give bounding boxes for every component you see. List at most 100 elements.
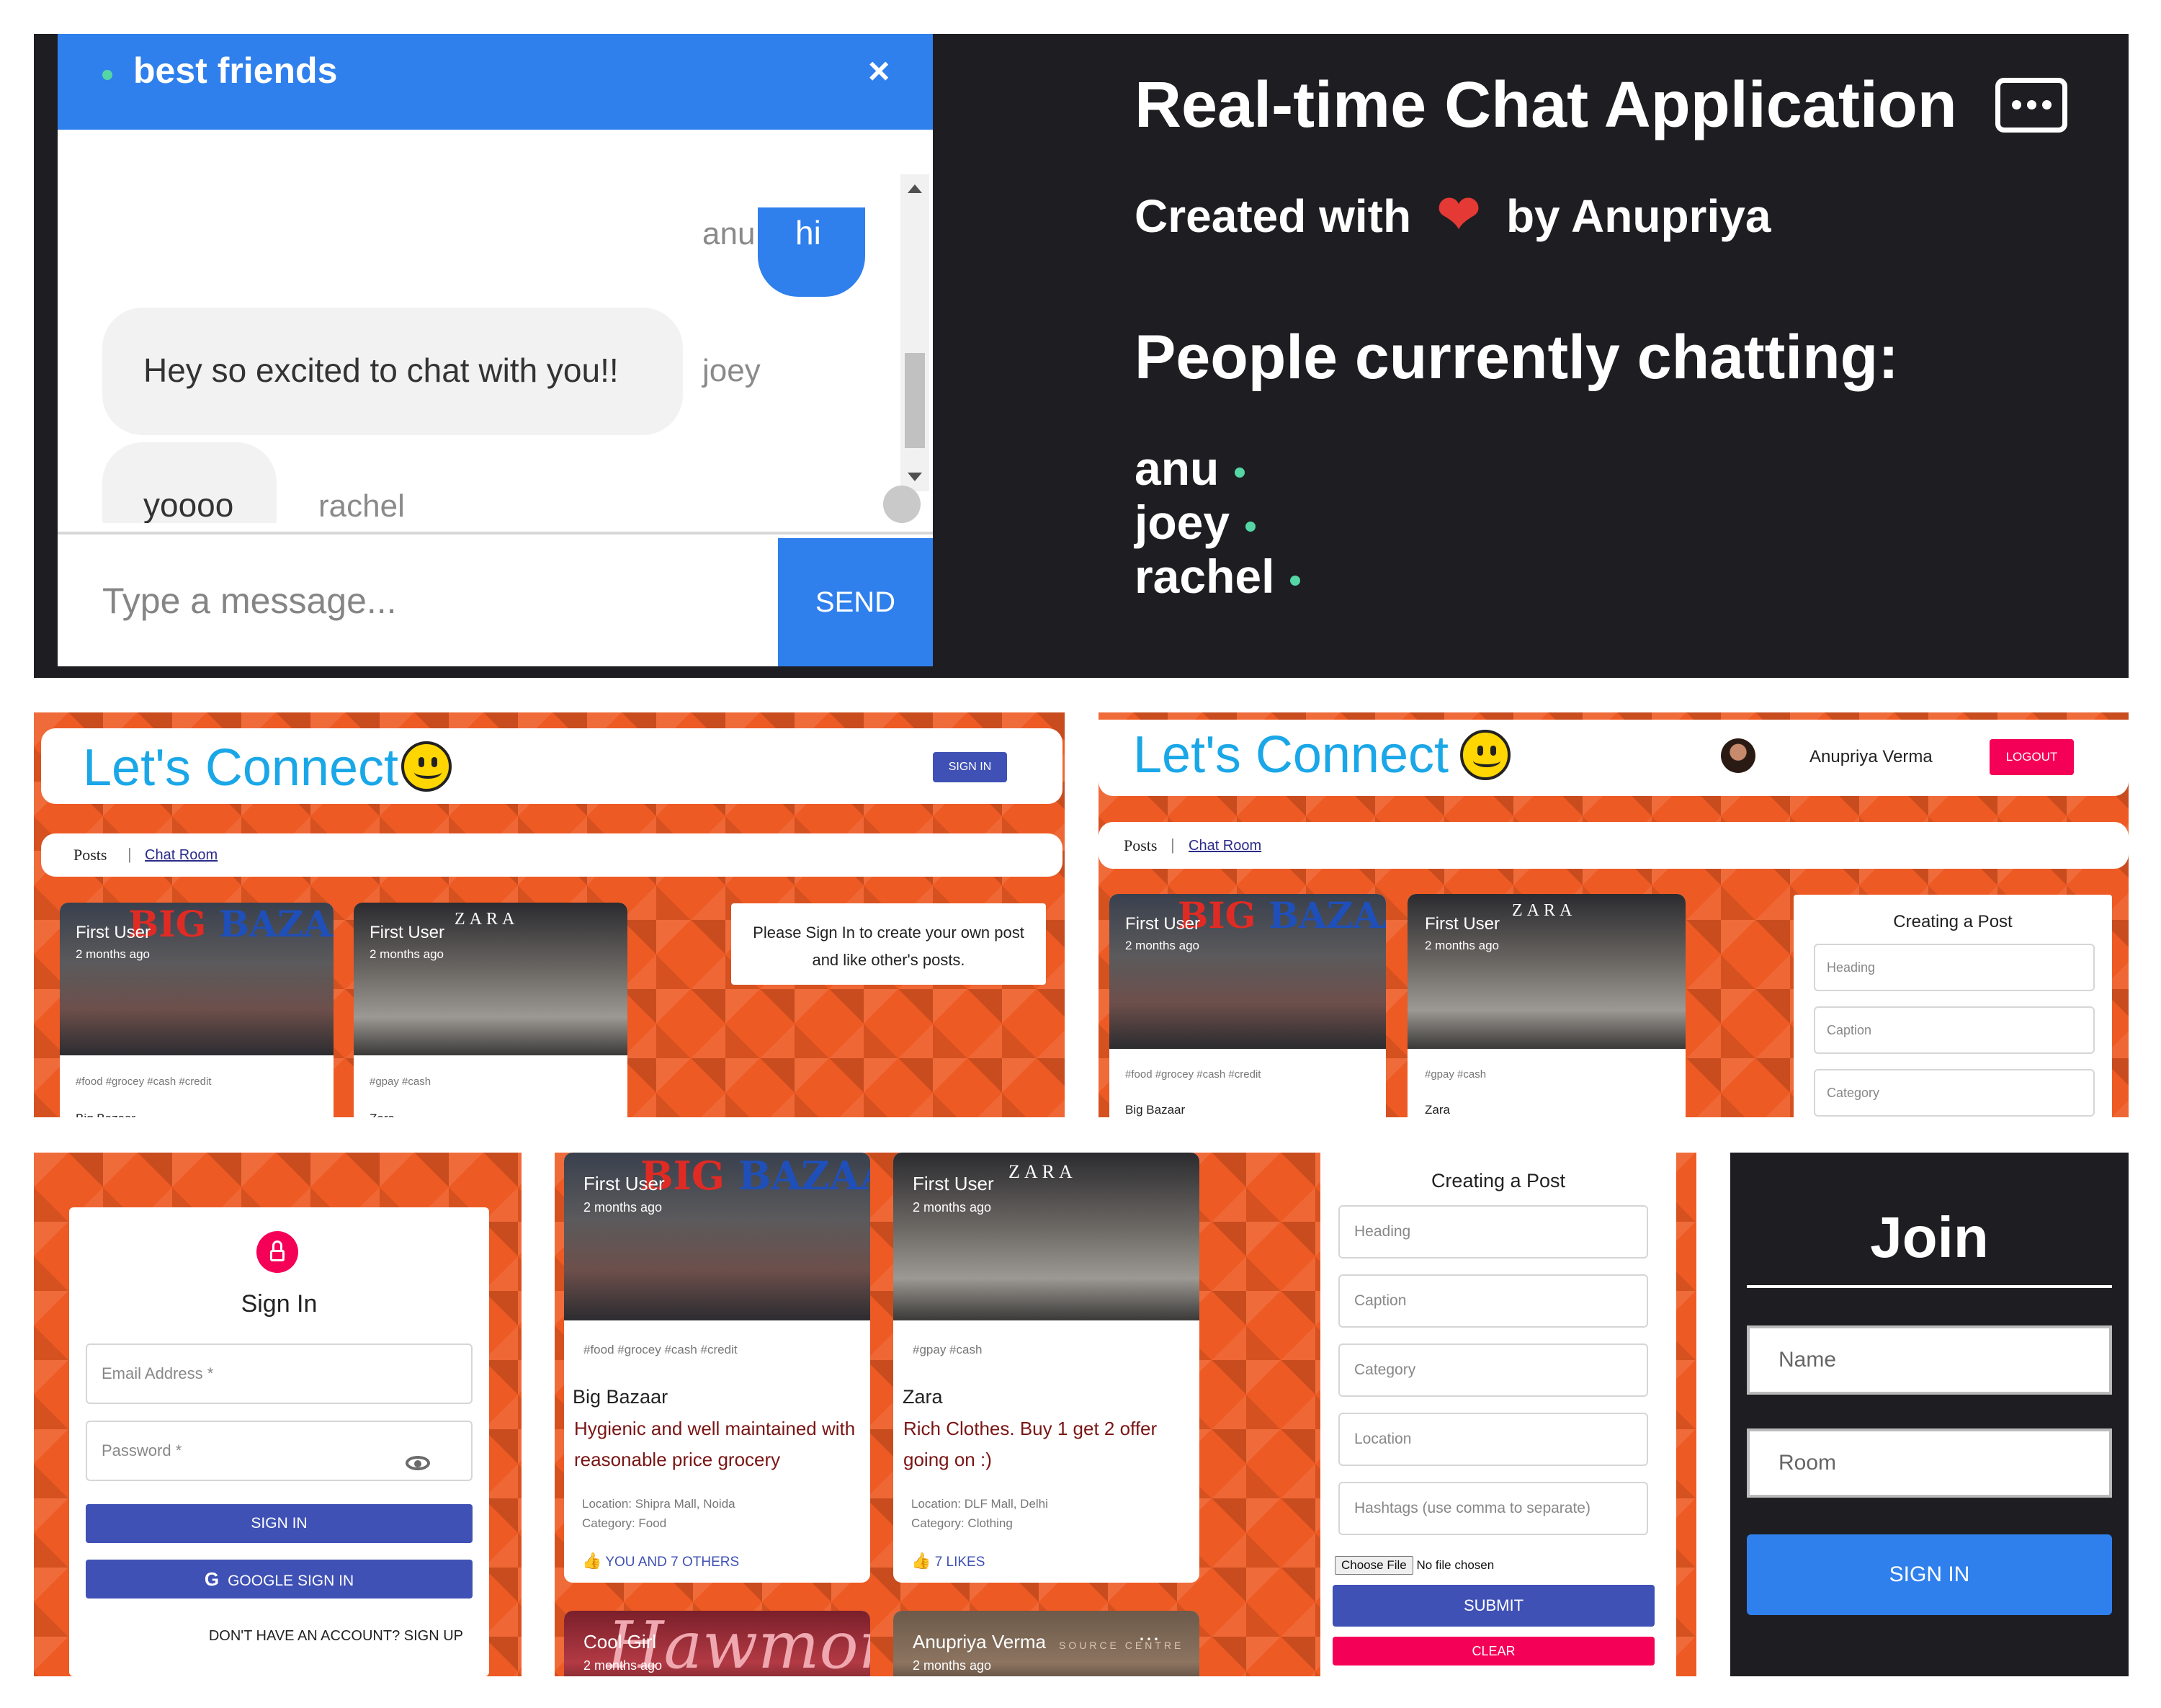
file-picker[interactable]: Choose File No file chosen: [1335, 1556, 1494, 1575]
nav-posts[interactable]: Posts: [1124, 836, 1157, 855]
post-time: 2 months ago: [370, 947, 444, 961]
heading-input[interactable]: [1814, 944, 2095, 991]
post-location: Location: DLF Mall, Delhi: [911, 1497, 1048, 1511]
create-post-form: Creating a Post Choose File No file chos…: [1320, 1153, 1676, 1676]
store-logo: BIG BAZAAR: [1178, 894, 1386, 936]
name-input[interactable]: [1747, 1325, 2112, 1395]
post-card[interactable]: BIG BAZAAR First User 2 months ago #food…: [1109, 894, 1386, 1117]
person-name: joey: [1135, 496, 1230, 549]
post-card[interactable]: SOURCE CENTRE Anupriya Verma 2 months ag…: [893, 1611, 1199, 1676]
scroll-up-arrow-icon[interactable]: [908, 184, 922, 193]
post-author: Cool Girl: [583, 1631, 657, 1653]
like-button[interactable]: 👍 YOU AND 7 OTHERS: [582, 1552, 739, 1570]
nav-separator: |: [1171, 836, 1175, 854]
scroll-to-bottom-button[interactable]: [883, 486, 921, 523]
nav-chat-room-link[interactable]: Chat Room: [145, 847, 218, 864]
post-card[interactable]: ZARA First User 2 months ago #gpay #cash…: [893, 1153, 1199, 1583]
sign-in-button[interactable]: SIGN IN: [933, 752, 1007, 782]
nav-separator: |: [127, 845, 132, 863]
avatar[interactable]: [1721, 738, 1755, 773]
people-title: People currently chatting:: [1135, 323, 1899, 392]
post-title: Big Bazaar: [1125, 1103, 1186, 1117]
post-tags: #gpay #cash: [913, 1343, 983, 1356]
google-sign-in-label: GOOGLE SIGN IN: [228, 1572, 354, 1589]
message-input[interactable]: [58, 535, 778, 666]
online-dot-icon: [1245, 521, 1256, 532]
landing-panel: Let's Connect SIGN IN Posts | Chat Room …: [34, 712, 1065, 1117]
google-sign-in-button[interactable]: G GOOGLE SIGN IN: [86, 1560, 473, 1599]
person-item: anu: [1135, 441, 1245, 496]
credit-suffix: by Anupriya: [1505, 190, 1771, 242]
post-time: 2 months ago: [1125, 939, 1200, 952]
lock-icon: [256, 1231, 298, 1273]
logged-in-panel: Let's Connect Anupriya Verma LOGOUT Post…: [1099, 712, 2129, 1117]
join-title: Join: [1870, 1205, 1989, 1269]
sign-in-title: Sign In: [241, 1290, 318, 1318]
close-icon[interactable]: ×: [868, 50, 890, 93]
sign-in-panel: Sign In SIGN IN G GOOGLE SIGN IN DON'T HA…: [34, 1153, 522, 1676]
post-card[interactable]: BIG BAZAAR First User 2 months ago #food…: [60, 903, 334, 1117]
post-location: Location: Shipra Mall, Noida: [582, 1497, 735, 1511]
store-logo: ZARA: [455, 910, 519, 929]
logout-button[interactable]: LOGOUT: [1990, 739, 2074, 775]
category-input[interactable]: [1814, 1069, 2095, 1117]
sign-up-link[interactable]: DON'T HAVE AN ACCOUNT? SIGN UP: [209, 1628, 463, 1645]
post-card[interactable]: Hawmor Cool Girl 2 months ago: [564, 1611, 870, 1676]
location-input[interactable]: [1338, 1413, 1648, 1466]
app-header: Let's Connect Anupriya Verma LOGOUT: [1099, 720, 2129, 796]
sign-in-button[interactable]: SIGN IN: [86, 1504, 473, 1543]
heart-icon: ❤: [1436, 186, 1481, 243]
google-icon: G: [204, 1568, 220, 1590]
post-title: Zara: [903, 1386, 943, 1408]
online-indicator-icon: [102, 70, 112, 80]
post-author: First User: [76, 923, 151, 942]
category-input[interactable]: [1338, 1343, 1648, 1397]
email-field[interactable]: [86, 1343, 473, 1404]
nav-chat-room-link[interactable]: Chat Room: [1189, 838, 1261, 854]
join-sign-in-button[interactable]: SIGN IN: [1747, 1534, 2112, 1615]
post-title: Zara: [370, 1112, 395, 1117]
room-name: best friends: [133, 50, 338, 91]
smiley-face-icon: [1460, 730, 1511, 780]
password-field[interactable]: [86, 1421, 473, 1481]
file-status: No file chosen: [1416, 1558, 1495, 1572]
store-logo: SOURCE CENTRE: [1059, 1640, 1184, 1651]
post-category: Category: Clothing: [911, 1516, 1013, 1530]
person-name: anu: [1135, 442, 1220, 495]
more-options-icon[interactable]: ⋯: [1138, 1627, 1160, 1652]
post-card[interactable]: ZARA First User 2 months ago #gpay #cash…: [1408, 894, 1686, 1117]
message-bubble-mine: hi: [758, 207, 865, 297]
post-time: 2 months ago: [76, 947, 151, 961]
post-author: First User: [1125, 914, 1200, 934]
chat-bubble-icon: [1995, 78, 2067, 133]
caption-input[interactable]: [1338, 1274, 1648, 1328]
person-item: joey: [1135, 495, 1256, 550]
post-card[interactable]: ZARA First User 2 months ago #gpay #cash…: [354, 903, 627, 1117]
scroll-down-arrow-icon[interactable]: [908, 473, 922, 481]
app-title: Real-time Chat Application: [1135, 68, 2067, 143]
messages-scrollbar[interactable]: [900, 174, 929, 491]
hashtags-input[interactable]: [1338, 1482, 1648, 1535]
post-author: First User: [370, 923, 444, 942]
post-card[interactable]: BIG BAZAAR First User 2 months ago #food…: [564, 1153, 870, 1583]
nav-posts[interactable]: Posts: [73, 846, 107, 864]
store-logo: BIG BAZAAR: [640, 1153, 870, 1199]
like-button[interactable]: 👍 7 LIKES: [911, 1552, 985, 1570]
feed-panel: BIG BAZAAR First User 2 months ago #food…: [555, 1153, 1696, 1676]
caption-input[interactable]: [1814, 1006, 2095, 1054]
store-logo: ZARA: [1512, 901, 1577, 920]
clear-button[interactable]: CLEAR: [1333, 1637, 1655, 1665]
scrollbar-thumb[interactable]: [905, 353, 925, 448]
message-text: hi: [795, 214, 821, 251]
post-time: 2 months ago: [913, 1658, 992, 1673]
show-password-icon[interactable]: [406, 1456, 430, 1470]
heading-input[interactable]: [1338, 1205, 1648, 1258]
store-logo: BIG BAZAAR: [128, 903, 334, 945]
send-button[interactable]: SEND: [778, 538, 933, 666]
user-name: Anupriya Verma: [1809, 747, 1933, 766]
choose-file-button[interactable]: Choose File: [1335, 1556, 1413, 1575]
room-input[interactable]: [1747, 1428, 2112, 1498]
post-author: Anupriya Verma: [913, 1631, 1046, 1653]
submit-button[interactable]: SUBMIT: [1333, 1585, 1655, 1627]
message-text: Hey so excited to chat with you!!: [143, 352, 619, 389]
